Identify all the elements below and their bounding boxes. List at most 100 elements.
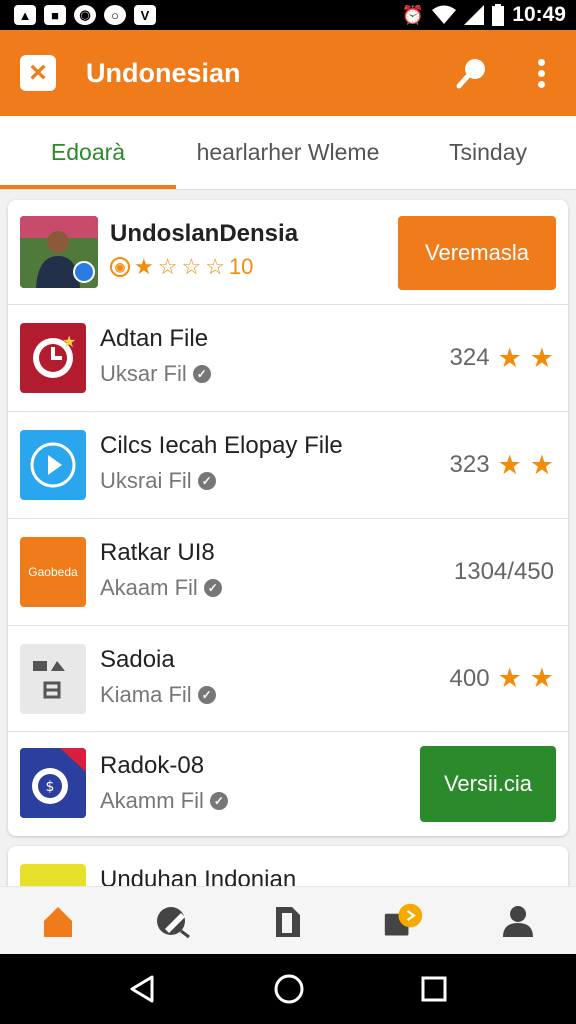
tab-indicator xyxy=(0,185,176,189)
search-icon[interactable] xyxy=(452,53,492,93)
app-thumbnail: $ xyxy=(20,748,86,818)
list-item-value: 1304/450 xyxy=(453,558,554,585)
tab-bar: Edoarà hearlarher Wleme Tsinday xyxy=(0,116,576,190)
verified-icon: ✓ xyxy=(197,686,216,704)
tab-label: Edoarà xyxy=(50,139,126,165)
list-item-texts: Sadoia Kiama Fil ✓ xyxy=(100,646,216,708)
verified-icon: ✓ xyxy=(197,472,216,490)
star-icon: ★ xyxy=(529,663,554,693)
list-item-sub: Uksrai Fil ✓ xyxy=(100,468,343,494)
battery-icon xyxy=(492,4,505,26)
app-thumbnail: ★ xyxy=(20,323,86,393)
v-icon: V xyxy=(134,5,156,25)
star-icon: ★ xyxy=(529,342,554,373)
list-item-sub: Akaam Fil ✓ xyxy=(100,575,222,601)
star-icon: ★ xyxy=(134,254,154,279)
featured-texts: UndoslanDensia ◉ ★ ☆ ☆ ☆ 10 xyxy=(110,220,298,280)
home-circle-icon[interactable] xyxy=(273,973,305,1005)
list-item-rating: 400 ★ ★ xyxy=(450,663,554,694)
app-title: Undonesian xyxy=(86,57,241,88)
star-icon: ★ xyxy=(497,663,522,693)
list-item-sub-text: Akaam Fil xyxy=(100,575,198,600)
svg-text:★: ★ xyxy=(62,333,76,351)
list-item-name: Ratkar UI8 xyxy=(100,539,215,566)
list-item[interactable]: Sadoia Kiama Fil ✓ 400 ★ ★ xyxy=(8,626,568,732)
verified-icon: ✓ xyxy=(209,792,228,810)
featured-avatar xyxy=(20,216,98,288)
edit-icon[interactable] xyxy=(153,901,193,941)
list-item-sub-text: Akamm Fil xyxy=(100,788,204,813)
list-item-value: 324 xyxy=(449,344,490,371)
home-icon[interactable] xyxy=(38,901,78,941)
list-item-texts: Adtan File Uksar Fil ✓ xyxy=(100,325,211,387)
featured-row[interactable]: UndoslanDensia ◉ ★ ☆ ☆ ☆ 10 Veremasla xyxy=(8,200,568,305)
list-item-sub: Kiama Fil ✓ xyxy=(100,682,216,708)
bag-icon: ■ xyxy=(44,5,66,25)
status-bar: ▲ ■ ◉ ○ V ⏰ 10:49 xyxy=(0,0,576,30)
list-item[interactable]: $ Radok-08 Akamm Fil ✓ Versii.cia xyxy=(8,732,568,836)
list-item-rating: 324 ★ ★ xyxy=(450,343,554,374)
system-nav-bar xyxy=(0,954,576,1024)
status-right: ⏰ 10:49 xyxy=(402,3,566,27)
app-bar: × Undonesian xyxy=(0,30,576,116)
close-icon[interactable]: × xyxy=(20,55,56,91)
svg-text:$: $ xyxy=(46,779,55,795)
list-item-rating: 1304/450 xyxy=(454,558,554,586)
verified-icon: ✓ xyxy=(203,579,222,597)
featured-name: UndoslanDensia xyxy=(110,220,299,247)
star-icon: ☆ xyxy=(157,254,178,279)
alarm-icon: ⏰ xyxy=(401,4,425,25)
list-item-action-button[interactable]: Versii.cia xyxy=(420,746,556,822)
list-item-value: 400 xyxy=(449,664,490,692)
list-item-name: Sadoia xyxy=(100,646,175,673)
list-item-name: Adtan File xyxy=(100,325,209,352)
tab-label: Tsinday xyxy=(449,139,527,165)
app-thumbnail xyxy=(20,430,86,500)
featured-rating: ◉ ★ ☆ ☆ ☆ 10 xyxy=(110,254,298,280)
recents-icon[interactable] xyxy=(420,975,448,1003)
list-item-sub: Akamm Fil ✓ xyxy=(100,788,228,814)
list-item-texts: Radok-08 Akamm Fil ✓ xyxy=(100,752,228,814)
app-thumbnail xyxy=(20,644,86,714)
status-time: 10:49 xyxy=(512,3,566,26)
image-icon: ▲ xyxy=(14,5,36,25)
list-item[interactable]: Gaobeda Ratkar UI8 Akaam Fil ✓ 1304/450 xyxy=(8,519,568,626)
list-item-sub-text: Uksrai Fil xyxy=(100,468,192,493)
featured-action-button[interactable]: Veremasla xyxy=(398,216,556,290)
status-left-icons: ▲ ■ ◉ ○ V xyxy=(14,5,156,25)
profile-icon[interactable] xyxy=(498,901,538,941)
list-item-value: 323 xyxy=(449,451,490,478)
signal-icon xyxy=(464,5,485,25)
list-item-rating: 323 ★ ★ xyxy=(450,450,554,481)
app-thumbnail: Gaobeda xyxy=(20,537,86,607)
more-vert-icon[interactable] xyxy=(526,53,556,93)
star-icon: ★ xyxy=(497,449,522,480)
bottom-nav xyxy=(0,886,576,954)
message-icon[interactable] xyxy=(383,901,423,941)
back-icon[interactable] xyxy=(128,974,158,1004)
coin-icon: ◉ xyxy=(110,257,130,277)
ring-icon: ○ xyxy=(104,5,126,25)
tab-edoara[interactable]: Edoarà xyxy=(0,116,176,189)
app-thumbnail-text: Gaobeda xyxy=(28,565,78,579)
list-item-texts: Cilcs Iecah Elopay File Uksrai Fil ✓ xyxy=(100,432,343,494)
featured-rating-value: 10 xyxy=(228,254,254,279)
star-icon: ★ xyxy=(529,449,554,480)
list-item[interactable]: ★ Adtan File Uksar Fil ✓ 324 ★ ★ xyxy=(8,305,568,412)
circle-icon: ◉ xyxy=(74,5,96,25)
star-icon: ☆ xyxy=(205,254,225,279)
app-list-card: UndoslanDensia ◉ ★ ☆ ☆ ☆ 10 Veremasla ★ … xyxy=(8,200,568,836)
wifi-icon xyxy=(432,5,457,24)
list-item-name: Cilcs Iecah Elopay File xyxy=(100,432,343,459)
star-icon: ☆ xyxy=(181,254,202,279)
star-icon: ★ xyxy=(497,342,522,373)
list-item-sub-text: Uksar Fil xyxy=(100,361,187,386)
tab-hearlarher[interactable]: hearlarher Wleme xyxy=(176,116,400,189)
list-item[interactable]: Cilcs Iecah Elopay File Uksrai Fil ✓ 323 … xyxy=(8,412,568,519)
bookmark-icon[interactable] xyxy=(268,901,308,941)
verified-icon: ✓ xyxy=(192,365,211,383)
tab-label: hearlarher Wleme xyxy=(196,139,380,165)
list-item-name: Radok-08 xyxy=(100,752,205,779)
tab-tsinday[interactable]: Tsinday xyxy=(400,116,576,189)
list-item-texts: Ratkar UI8 Akaam Fil ✓ xyxy=(100,539,222,601)
